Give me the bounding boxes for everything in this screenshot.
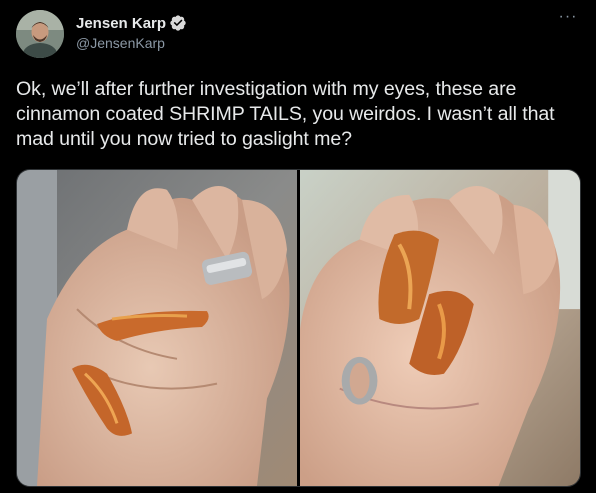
profile-avatar[interactable]	[16, 10, 64, 58]
verified-badge-icon	[169, 14, 187, 32]
more-options-icon[interactable]: ···	[556, 9, 580, 28]
photo-right-hand-shrimp-tails[interactable]	[300, 170, 580, 486]
display-name[interactable]: Jensen Karp	[76, 15, 166, 32]
tweet-text: Ok, we’ll after further investigation wi…	[16, 78, 555, 150]
display-name-row: Jensen Karp	[76, 13, 187, 33]
tweet: Jensen Karp @JensenKarp ··· Ok, we’ll af…	[0, 0, 596, 493]
tweet-header: Jensen Karp @JensenKarp ···	[16, 9, 580, 58]
author-names: Jensen Karp @JensenKarp	[76, 13, 187, 51]
photo-left-hand-shrimp-tails[interactable]	[17, 170, 297, 486]
tweet-media[interactable]	[16, 169, 581, 487]
author-handle[interactable]: @JensenKarp	[76, 35, 187, 51]
